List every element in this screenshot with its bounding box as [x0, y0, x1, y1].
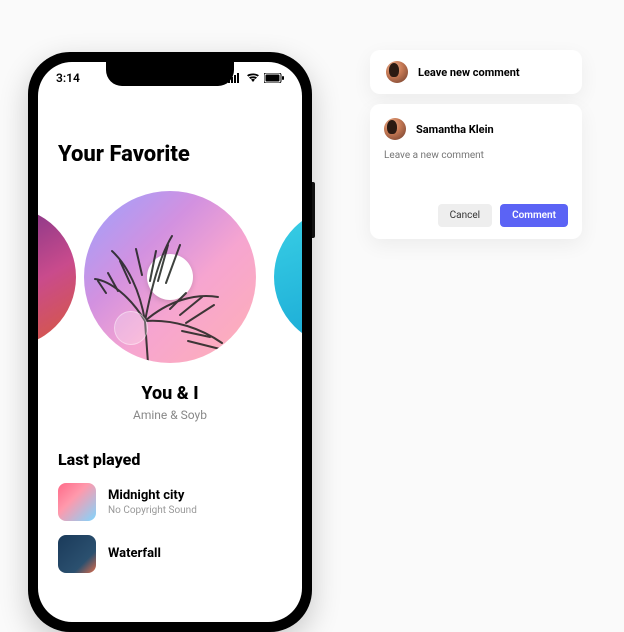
now-playing: You & I Amine & Soyb: [58, 383, 282, 422]
album-next[interactable]: [274, 207, 302, 347]
track-title: Midnight city: [108, 488, 197, 503]
cancel-button[interactable]: Cancel: [438, 204, 492, 227]
comment-form-card: Samantha Klein Cancel Comment: [370, 104, 582, 239]
palm-artwork: [90, 201, 240, 363]
track-item[interactable]: Midnight city No Copyright Sound: [58, 483, 282, 521]
comment-prompt-card[interactable]: Leave new comment: [370, 50, 582, 94]
phone-side-button: [312, 182, 315, 238]
album-carousel[interactable]: [38, 187, 302, 367]
album-current[interactable]: [84, 191, 256, 363]
wifi-icon: [246, 73, 260, 83]
phone-notch: [106, 62, 234, 86]
comment-button[interactable]: Comment: [500, 204, 568, 227]
track-title: Waterfall: [108, 546, 161, 561]
track-thumb: [58, 535, 96, 573]
scrub-knob[interactable]: [114, 311, 148, 345]
song-title: You & I: [58, 383, 282, 404]
track-item[interactable]: Waterfall: [58, 535, 282, 573]
status-time: 3:14: [56, 71, 80, 85]
track-list: Midnight city No Copyright Sound Waterfa…: [58, 483, 282, 573]
page-title: Your Favorite: [58, 142, 282, 167]
last-played-heading: Last played: [58, 450, 282, 469]
comment-input[interactable]: [384, 150, 568, 194]
avatar: [386, 61, 408, 83]
track-thumb: [58, 483, 96, 521]
phone-screen: 3:14 Your Favorite: [38, 62, 302, 622]
battery-icon: [264, 73, 284, 83]
avatar: [384, 118, 406, 140]
phone-device: 3:14 Your Favorite: [28, 52, 312, 632]
track-subtitle: No Copyright Sound: [108, 505, 197, 516]
song-artist: Amine & Soyb: [58, 408, 282, 422]
commenter-name: Samantha Klein: [416, 123, 494, 136]
album-prev[interactable]: [38, 207, 76, 347]
comment-prompt-label: Leave new comment: [418, 66, 520, 79]
